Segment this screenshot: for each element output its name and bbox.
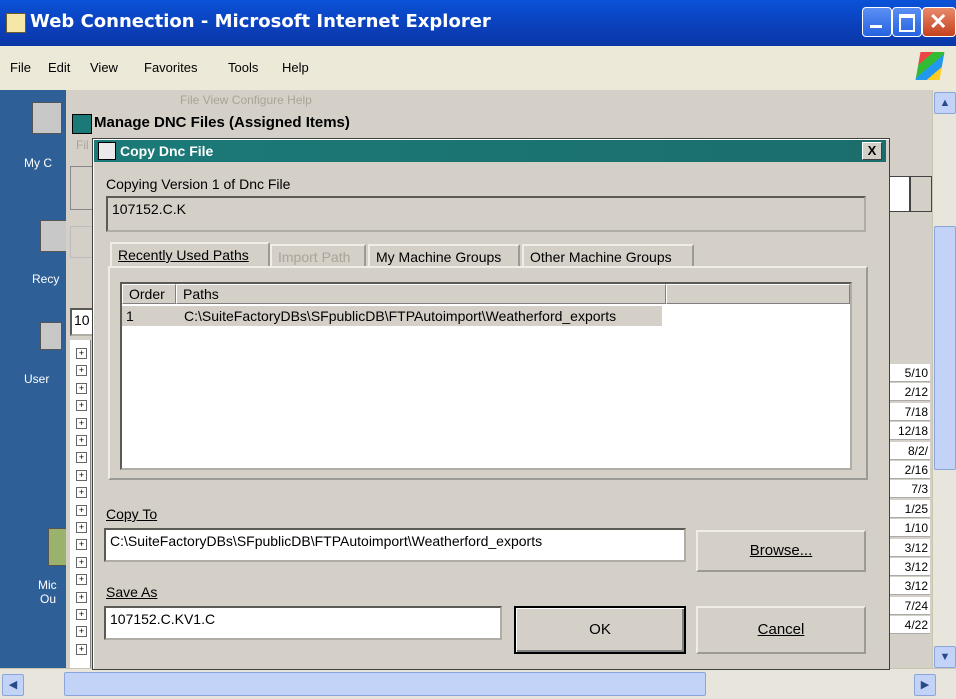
scroll-down-button[interactable]: ▼ — [934, 646, 956, 668]
desktop-label-user: User — [24, 372, 50, 386]
manage-dnc-app-icon — [72, 114, 92, 134]
menu-view[interactable]: View — [90, 60, 118, 75]
menu-favorites[interactable]: Favorites — [144, 60, 197, 75]
manage-menu-file: Fil — [76, 138, 89, 152]
scroll-up-button[interactable]: ▲ — [934, 92, 956, 114]
tree-expand-icon[interactable]: + — [76, 574, 87, 586]
close-window-button[interactable]: ✕ — [922, 7, 956, 37]
tree-expand-icon[interactable]: + — [76, 626, 87, 638]
tree-expand-icon[interactable]: + — [76, 591, 87, 603]
bg-filter-field[interactable]: 10 — [70, 308, 94, 336]
column-header-paths[interactable]: Paths — [176, 284, 666, 304]
minimize-button[interactable] — [862, 7, 892, 37]
horizontal-scroll-thumb[interactable] — [64, 672, 706, 696]
menu-file[interactable]: File — [10, 60, 31, 75]
ie-title-bar: Web Connection - Microsoft Internet Expl… — [0, 0, 956, 46]
tree-expand-icon[interactable]: + — [76, 643, 87, 655]
cancel-button[interactable]: Cancel — [696, 606, 866, 654]
manage-dnc-title: Manage DNC Files (Assigned Items) — [94, 114, 350, 131]
desktop-strip: My C Recy User Mic Ou — [0, 90, 70, 668]
column-header-order[interactable]: Order — [122, 284, 176, 304]
desktop-label-mic: Mic — [38, 578, 57, 592]
cancel-label: Cancel — [757, 621, 805, 638]
ok-button[interactable]: OK — [514, 606, 686, 654]
browse-button[interactable]: Browse... — [696, 530, 866, 572]
tree-expand-icon[interactable]: + — [76, 382, 87, 394]
tab-other-machine-groups[interactable]: Other Machine Groups — [522, 244, 694, 268]
tab-recent-label: Recently Used Paths — [118, 247, 249, 263]
ie-window-title: Web Connection - Microsoft Internet Expl… — [30, 11, 491, 32]
save-as-input[interactable]: 107152.C.KV1.C — [104, 606, 502, 640]
row-order: 1 — [126, 308, 134, 324]
tree-expand-icon[interactable]: + — [76, 400, 87, 412]
save-as-label-text: Save As — [106, 584, 158, 600]
tab-recently-used-paths[interactable]: Recently Used Paths — [110, 242, 270, 268]
desktop-label-recycle: Recy — [32, 272, 60, 286]
tree-expand-icon[interactable]: + — [76, 469, 87, 481]
menu-tools[interactable]: Tools — [228, 60, 258, 75]
windows-logo-icon — [915, 52, 945, 80]
copying-label: Copying Version 1 of Dnc File — [106, 176, 291, 192]
user-shortcut-icon[interactable] — [40, 322, 62, 350]
ie-menu-bar: File Edit View Favorites Tools Help — [0, 46, 956, 91]
scroll-right-button[interactable]: ▶ — [914, 674, 936, 696]
copy-dnc-title-bar: Copy Dnc File — [94, 140, 886, 162]
copy-to-value: C:\SuiteFactoryDBs\SFpublicDB\FTPAutoimp… — [110, 533, 543, 549]
toolbar-page-icon[interactable] — [888, 176, 910, 212]
maximize-button[interactable] — [892, 7, 922, 37]
vertical-scroll-thumb[interactable] — [934, 226, 956, 470]
desktop-label-mycomputer: My C — [24, 156, 52, 170]
ie-page-icon — [6, 13, 26, 33]
tree-expand-icon[interactable]: + — [76, 504, 87, 516]
tree-expand-icon[interactable]: + — [76, 417, 87, 429]
tree-expand-icon[interactable]: + — [76, 348, 87, 359]
copy-to-label-text: Copy To — [106, 506, 158, 522]
my-computer-icon[interactable] — [32, 102, 62, 134]
copying-value-field: 107152.C.K — [106, 196, 866, 232]
list-item[interactable]: 1 C:\SuiteFactoryDBs\SFpublicDB\FTPAutoi… — [122, 306, 662, 326]
tree-expand-icon[interactable]: + — [76, 522, 87, 533]
desktop-label-ou: Ou — [40, 592, 57, 606]
toolbar-button-left2[interactable] — [70, 226, 94, 258]
save-as-label: Save As — [106, 584, 157, 600]
dialog-close-button[interactable]: X — [862, 142, 882, 160]
bg-filter-value: 10 — [74, 312, 90, 328]
copy-to-label: Copy To — [106, 506, 157, 522]
tab-other-groups-label: Other Machine Groups — [530, 249, 672, 265]
save-as-value: 107152.C.KV1.C — [110, 611, 216, 627]
row-path: C:\SuiteFactoryDBs\SFpublicDB\FTPAutoimp… — [184, 308, 617, 324]
copying-value: 107152.C.K — [112, 201, 186, 217]
toolbar-button-left[interactable] — [70, 166, 94, 210]
menu-edit[interactable]: Edit — [48, 60, 70, 75]
copy-to-input[interactable]: C:\SuiteFactoryDBs\SFpublicDB\FTPAutoimp… — [104, 528, 686, 562]
tab-import-path[interactable]: Import Path — [270, 244, 366, 268]
background-app-menu: File View Configure Help — [180, 93, 312, 107]
scroll-left-button[interactable]: ◀ — [2, 674, 24, 696]
tree-expand-icon[interactable]: + — [76, 556, 87, 568]
column-header-empty[interactable] — [666, 284, 850, 304]
tab-my-groups-label: My Machine Groups — [376, 249, 502, 265]
browse-label: Browse... — [749, 542, 813, 559]
tree-expand-icon[interactable]: + — [76, 487, 87, 499]
tab-my-machine-groups[interactable]: My Machine Groups — [368, 244, 520, 268]
tree-expand-icon[interactable]: + — [76, 539, 87, 551]
toolbar-doc-icon[interactable] — [910, 176, 932, 212]
dialog-app-icon — [98, 142, 116, 160]
menu-help[interactable]: Help — [282, 60, 309, 75]
dialog-title: Copy Dnc File — [120, 143, 214, 159]
tree-expand-icon[interactable]: + — [76, 365, 87, 377]
tree-expand-icon[interactable]: + — [76, 609, 87, 620]
tree-expand-icon[interactable]: + — [76, 452, 87, 464]
tree-expand-icon[interactable]: + — [76, 435, 87, 446]
manage-dnc-title-bar: Manage DNC Files (Assigned Items) — [70, 112, 935, 134]
tab-import-label: Import Path — [278, 249, 351, 265]
